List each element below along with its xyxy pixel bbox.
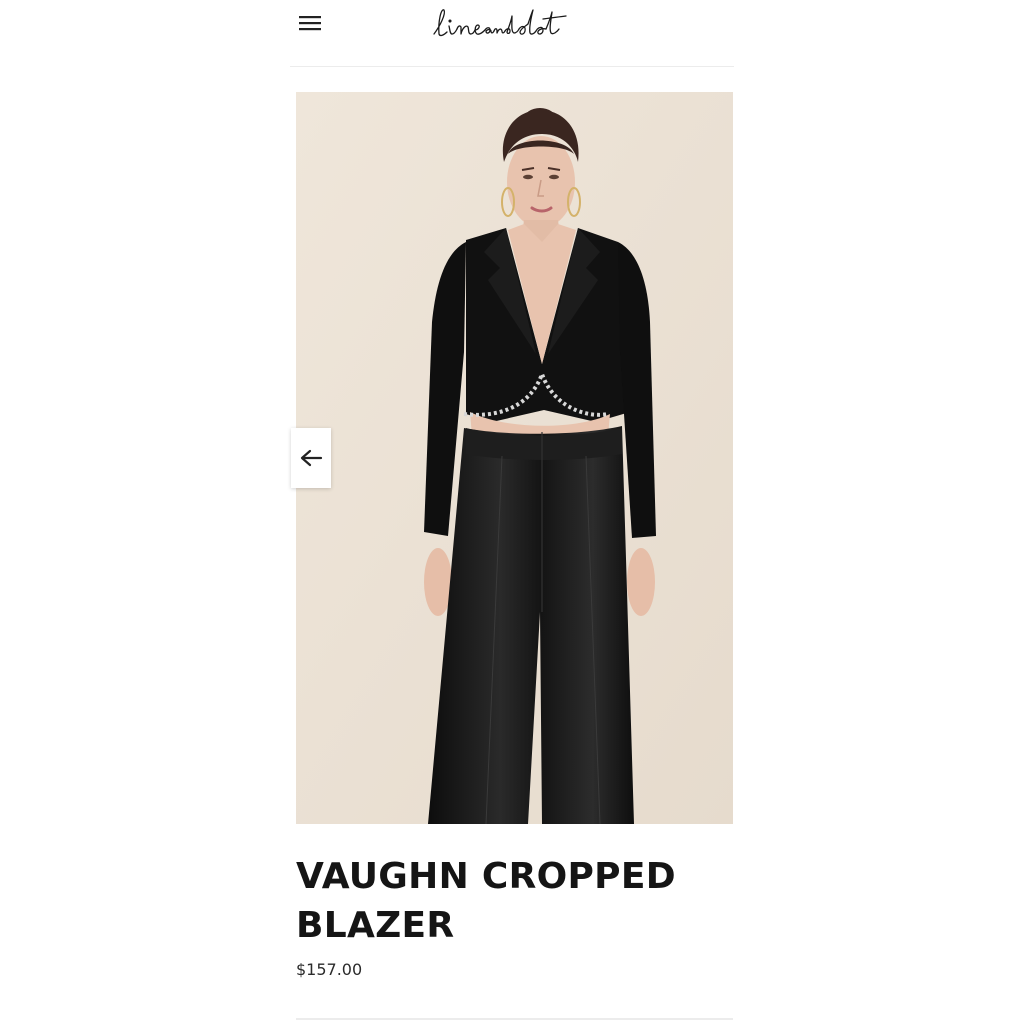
divider [296, 1018, 733, 1020]
product-page: VAUGHN CROPPED BLAZER $157.00 [0, 0, 1024, 1024]
product-price: $157.00 [296, 960, 363, 979]
arrow-left-icon [300, 449, 323, 467]
hamburger-menu-button[interactable] [298, 12, 322, 34]
product-photo[interactable] [296, 92, 733, 824]
previous-image-button[interactable] [291, 428, 331, 488]
site-header [290, 0, 734, 67]
brand-logo[interactable] [430, 4, 650, 44]
product-title: VAUGHN CROPPED BLAZER [296, 856, 676, 946]
hamburger-menu-icon [299, 16, 321, 31]
